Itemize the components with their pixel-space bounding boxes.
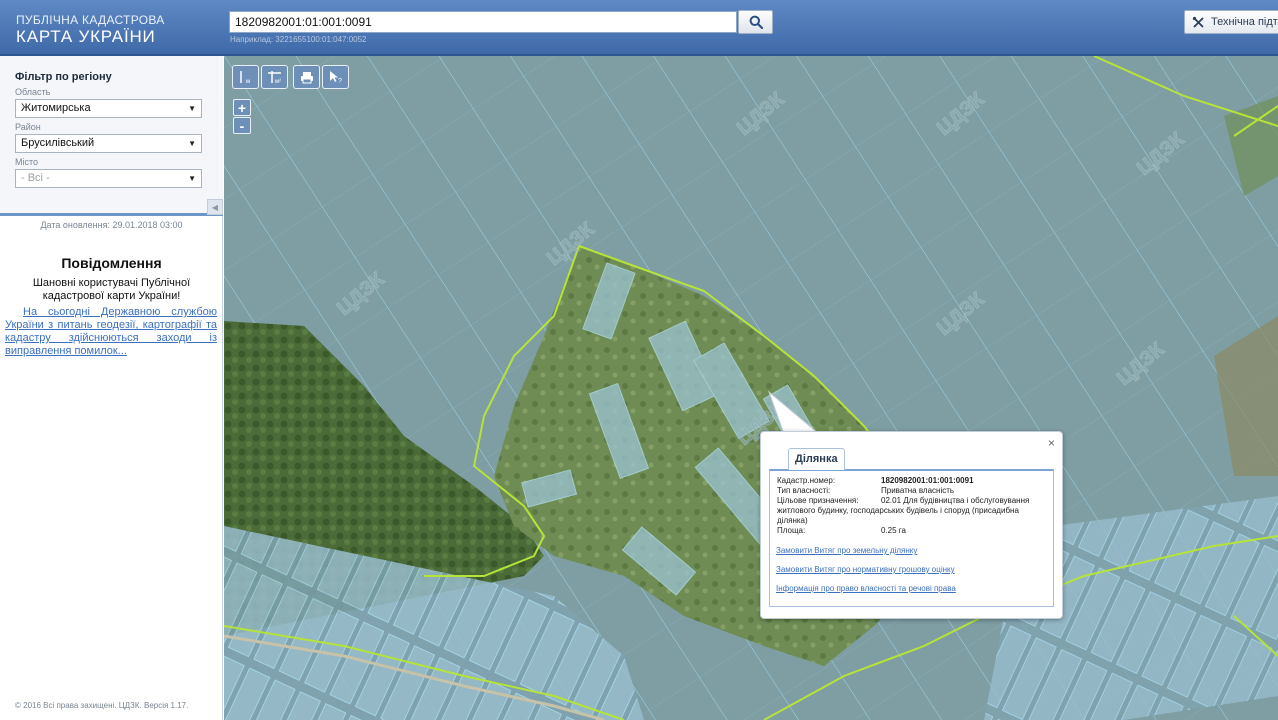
area-ruler-icon: м² [267,71,281,84]
region-label: Область [15,87,51,97]
zoom-controls: + - [233,99,251,134]
region-select[interactable]: Житомирська ▼ [15,99,202,118]
search-button[interactable] [738,10,773,34]
region-select-value: Житомирська [21,102,91,114]
ownership-value: Приватна власність [881,486,955,495]
ruler-button[interactable]: м [232,65,259,89]
district-select[interactable]: Брусилівський ▼ [15,134,202,153]
area-value: 0.25 га [881,526,906,535]
ruler-icon: м [239,71,250,84]
search-hint: Наприклад: 3221655100:01:047:0052 [230,35,367,44]
identify-icon: ? [329,71,342,84]
area-label: Площа: [777,526,806,535]
logo-line1[interactable]: ПУБЛІЧНА КАДАСТРОВА [16,13,165,27]
tab-parcel[interactable]: Ділянка [788,448,845,470]
print-button[interactable] [293,65,320,89]
notice-text: Шановні користувачі Публічної кадастрово… [32,277,191,302]
top-header: ПУБЛІЧНА КАДАСТРОВА КАРТА УКРАЇНИ Наприк… [0,0,1278,56]
city-select-value: - Всі - [21,172,50,184]
print-icon [300,71,313,83]
chevron-left-icon: ◀ [211,202,219,212]
copyright: © 2016 Всі права захищені. ЦДЗК. Версія … [15,701,189,710]
update-date: Дата оновлення: 29.01.2018 03:00 [40,220,183,230]
svg-text:м²: м² [275,79,281,84]
svg-text:?: ? [338,78,342,84]
purpose-value: 02.01 Для будівництва і обслуговування ж… [777,496,1030,525]
zoom-in-button[interactable]: + [233,99,251,116]
parcel-info-popup: × Ділянка Кадастр.номер: 1820982001:01:0… [760,431,1063,619]
identify-button[interactable]: ? [322,65,349,89]
cadastral-value: 1820982001:01:001:0091 [881,476,974,485]
filter-title: Фільтр по регіону [15,71,112,83]
notice-link[interactable]: На сьогодні Державною службою України з … [5,306,217,358]
district-label: Район [15,122,41,132]
district-select-value: Брусилівський [21,137,95,149]
region-filter-panel: Фільтр по регіону Область Житомирська ▼ … [0,56,223,216]
left-sidebar: Фільтр по регіону Область Житомирська ▼ … [0,56,223,720]
svg-text:м: м [246,79,250,84]
city-label: Місто [15,157,39,167]
close-icon[interactable]: × [1048,436,1055,450]
order-valuation-extract-link[interactable]: Замовити Витяг про нормативну грошову оц… [776,565,955,574]
notice-title: Повідомлення [61,255,162,271]
search-icon [749,15,763,29]
order-land-extract-link[interactable]: Замовити Витяг про земельну ділянку [776,546,917,555]
logo-line2[interactable]: КАРТА УКРАЇНИ [16,27,156,47]
cadastral-label: Кадастр.номер: [777,476,836,485]
dropdown-arrow-icon: ▼ [188,174,196,183]
ownership-label: Тип власності: [777,486,831,495]
dropdown-arrow-icon: ▼ [188,104,196,113]
tech-support-label: Технічна підтр [1211,16,1278,28]
city-select[interactable]: - Всі - ▼ [15,169,202,188]
area-ruler-button[interactable]: м² [261,65,288,89]
tools-icon [1192,16,1204,28]
map-toolbar: м м² ? [232,65,349,89]
cadastral-search-input[interactable] [229,11,737,33]
zoom-out-button[interactable]: - [233,117,251,134]
tech-support-button[interactable]: Технічна підтр [1184,10,1278,34]
dropdown-arrow-icon: ▼ [188,139,196,148]
ownership-info-link[interactable]: Інформація про право власності та речові… [776,584,956,593]
parcel-details: Кадастр.номер: 1820982001:01:001:0091 Ти… [769,469,1054,607]
collapse-panel-button[interactable]: ◀ [207,199,223,215]
map-canvas[interactable]: ЦДЗК ЦДЗК ЦДЗК ЦДЗК ЦДЗК ЦДЗК ЦДЗК ЦДЗК … [224,56,1278,720]
satellite-map-image: ЦДЗК ЦДЗК ЦДЗК ЦДЗК ЦДЗК ЦДЗК ЦДЗК ЦДЗК [224,56,1278,720]
